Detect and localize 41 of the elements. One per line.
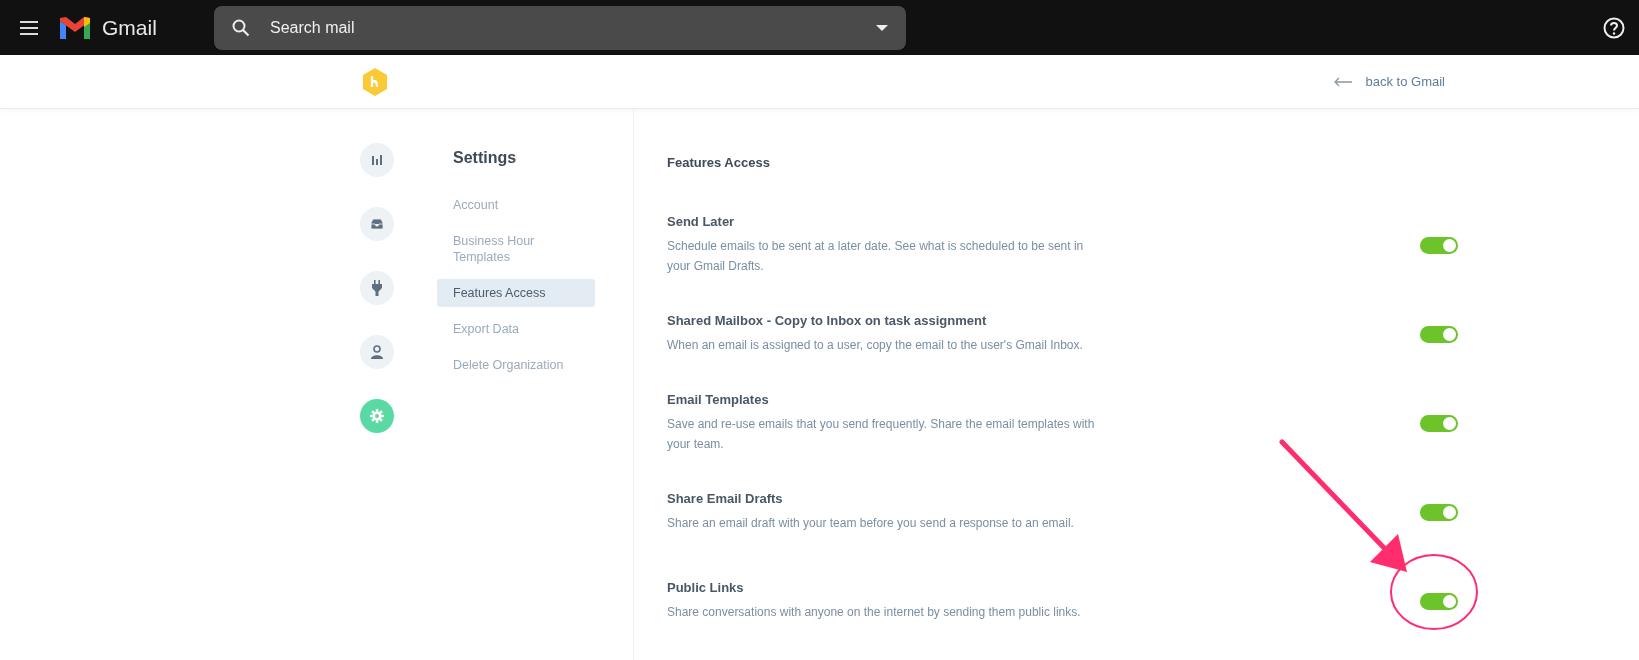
feature-title: Send Later xyxy=(667,214,736,229)
toggle-switch[interactable] xyxy=(1420,236,1458,254)
toggle-switch[interactable] xyxy=(1420,592,1458,610)
person-icon xyxy=(370,345,384,359)
search-icon xyxy=(232,18,250,37)
feature-title: Share Email Drafts xyxy=(667,491,784,506)
feature-description: Share an email draft with your team before you send a response to an email. xyxy=(667,515,1075,532)
feature-description: Save and re-use emails that you send frequently. Share the email templates with your team. xyxy=(667,416,1096,453)
caret-icon[interactable] xyxy=(876,24,888,31)
rail-button[interactable] xyxy=(360,271,394,305)
settings-icon xyxy=(370,409,384,423)
envelope-logo-icon xyxy=(58,14,92,41)
rail-button[interactable] xyxy=(360,143,394,177)
bar-chart-icon xyxy=(371,154,383,166)
toggle-switch[interactable] xyxy=(1420,414,1458,432)
app-name: Gmail xyxy=(102,15,157,40)
settings-title: Settings xyxy=(453,149,518,167)
hexagon-logo-icon xyxy=(362,67,388,96)
feature-description: Schedule emails to be sent at a later date. See what is scheduled to be sent in your Gmail Drafts. xyxy=(667,238,1085,275)
section-title: Features Access xyxy=(667,155,771,170)
search-bar[interactable]: Search mail xyxy=(214,5,906,50)
feature-description: Share conversations with anyone on the internet by sending them public links. xyxy=(667,604,1082,621)
feature-title: Email Templates xyxy=(667,392,770,407)
settings-nav-item[interactable]: Delete Organization xyxy=(437,351,595,379)
plug-icon xyxy=(371,280,383,296)
help-icon[interactable] xyxy=(1603,16,1625,39)
toggle-switch[interactable] xyxy=(1420,503,1458,521)
back-link[interactable]: back to Gmail xyxy=(1333,74,1445,89)
settings-nav-item[interactable]: Business Hour Templates xyxy=(437,227,595,271)
inbox-tray-icon xyxy=(370,218,384,230)
toggle-switch[interactable] xyxy=(1420,325,1458,343)
settings-nav-item[interactable]: Features Access xyxy=(437,279,595,307)
feature-description: When an email is assigned to a user, copy the email to the user's Gmail Inbox. xyxy=(667,337,1084,354)
search-field[interactable]: Search mail xyxy=(268,17,858,38)
feature-title: Shared Mailbox - Copy to Inbox on task assignment xyxy=(667,313,988,328)
rail-button[interactable] xyxy=(360,207,394,241)
rail-button[interactable] xyxy=(360,335,394,369)
feature-title: Public Links xyxy=(667,580,745,595)
settings-nav-item[interactable]: Account xyxy=(437,191,595,219)
settings-nav-item[interactable]: Export Data xyxy=(437,315,595,343)
arrow-left-icon xyxy=(1333,76,1352,87)
